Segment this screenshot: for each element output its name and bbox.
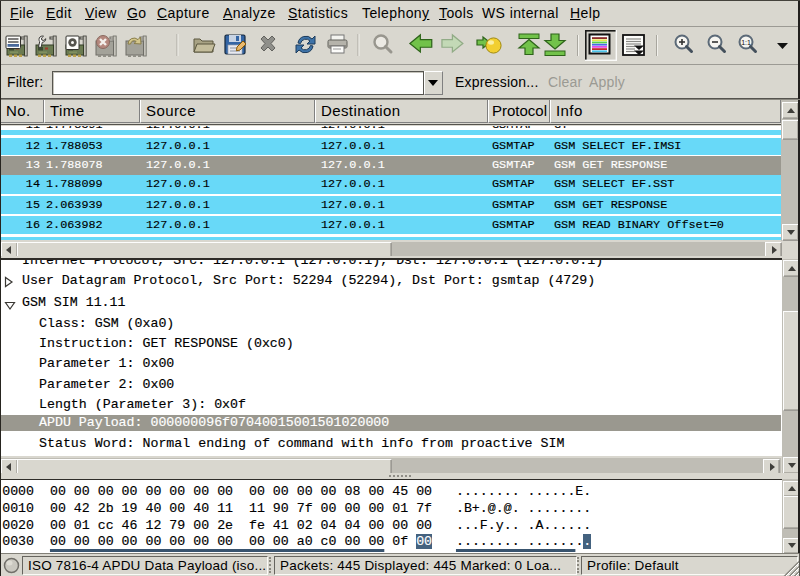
svg-text:1:1: 1:1 — [741, 39, 751, 46]
